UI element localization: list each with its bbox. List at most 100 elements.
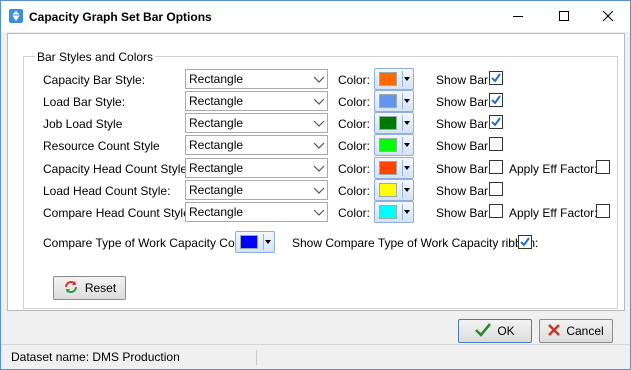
show-bar-label: Show Bar: bbox=[436, 184, 492, 198]
apply-eff-checkbox[interactable] bbox=[596, 160, 610, 174]
color-swatch bbox=[379, 116, 397, 130]
style-select[interactable]: Rectangle bbox=[185, 202, 328, 222]
cancel-x-icon bbox=[548, 323, 561, 339]
compare-color-picker[interactable] bbox=[235, 231, 275, 253]
close-icon bbox=[602, 10, 614, 24]
show-bar-label: Show Bar: bbox=[436, 117, 492, 131]
dropdown-arrow-icon bbox=[404, 121, 410, 125]
row-label: Capacity Head Count Style: bbox=[43, 162, 191, 176]
row-label: Compare Head Count Style: bbox=[43, 206, 194, 220]
color-swatch bbox=[379, 205, 397, 219]
style-select-value: Rectangle bbox=[189, 205, 244, 219]
chevron-down-icon bbox=[313, 162, 325, 177]
color-picker[interactable] bbox=[374, 179, 414, 201]
ribbon-checkbox[interactable] bbox=[518, 235, 532, 249]
chevron-down-icon bbox=[313, 95, 325, 110]
style-select[interactable]: Rectangle bbox=[185, 91, 328, 111]
style-select-value: Rectangle bbox=[189, 138, 244, 152]
color-swatch bbox=[379, 72, 397, 86]
dropdown-arrow-icon bbox=[404, 188, 410, 192]
picker-separator bbox=[402, 160, 403, 176]
color-swatch bbox=[379, 183, 397, 197]
color-picker[interactable] bbox=[374, 201, 414, 223]
ribbon-label: Show Compare Type of Work Capacity ribbo… bbox=[292, 236, 539, 250]
picker-separator bbox=[402, 93, 403, 109]
show-bar-checkbox[interactable] bbox=[489, 115, 503, 129]
show-bar-label: Show Bar: bbox=[436, 95, 492, 109]
picker-separator bbox=[402, 182, 403, 198]
color-label: Color: bbox=[338, 139, 371, 153]
dialog-window: Capacity Graph Set Bar Options Bar Style… bbox=[0, 0, 631, 370]
show-bar-checkbox[interactable] bbox=[489, 137, 503, 151]
row-label: Load Bar Style: bbox=[43, 95, 126, 109]
group-legend: Bar Styles and Colors bbox=[35, 50, 156, 64]
style-select[interactable]: Rectangle bbox=[185, 180, 328, 200]
show-bar-checkbox[interactable] bbox=[489, 71, 503, 85]
color-picker[interactable] bbox=[374, 134, 414, 156]
app-icon bbox=[9, 9, 23, 23]
show-bar-checkbox[interactable] bbox=[489, 93, 503, 107]
picker-separator bbox=[402, 115, 403, 131]
color-swatch bbox=[379, 138, 397, 152]
show-bar-label: Show Bar: bbox=[436, 162, 492, 176]
cancel-button[interactable]: Cancel bbox=[539, 319, 613, 343]
picker-separator bbox=[402, 71, 403, 87]
color-label: Color: bbox=[338, 184, 371, 198]
status-bar: Dataset name: DMS Production bbox=[1, 344, 630, 369]
reset-icon bbox=[63, 279, 79, 298]
color-picker[interactable] bbox=[374, 90, 414, 112]
maximize-icon bbox=[559, 10, 569, 24]
chevron-down-icon bbox=[313, 73, 325, 88]
cancel-label: Cancel bbox=[566, 324, 604, 338]
color-label: Color: bbox=[338, 206, 371, 220]
checkmark-icon bbox=[475, 322, 492, 340]
apply-eff-label: Apply Eff Factor: bbox=[509, 206, 598, 220]
style-select[interactable]: Rectangle bbox=[185, 69, 328, 89]
style-select[interactable]: Rectangle bbox=[185, 158, 328, 178]
dropdown-arrow-icon bbox=[404, 99, 410, 103]
dropdown-arrow-icon bbox=[404, 77, 410, 81]
picker-separator bbox=[263, 234, 264, 250]
show-bar-checkbox[interactable] bbox=[489, 204, 503, 218]
color-picker[interactable] bbox=[374, 157, 414, 179]
chevron-down-icon bbox=[313, 139, 325, 154]
show-bar-label: Show Bar: bbox=[436, 73, 492, 87]
color-label: Color: bbox=[338, 117, 371, 131]
close-button[interactable] bbox=[585, 1, 631, 32]
color-label: Color: bbox=[338, 162, 371, 176]
title-bar: Capacity Graph Set Bar Options bbox=[1, 1, 630, 32]
style-select-value: Rectangle bbox=[189, 72, 244, 86]
dropdown-arrow-icon bbox=[265, 240, 271, 244]
reset-button[interactable]: Reset bbox=[53, 276, 126, 300]
chevron-down-icon bbox=[313, 117, 325, 132]
row-label: Resource Count Style bbox=[43, 139, 160, 153]
dropdown-arrow-icon bbox=[404, 210, 410, 214]
color-picker[interactable] bbox=[374, 68, 414, 90]
apply-eff-label: Apply Eff Factor: bbox=[509, 162, 598, 176]
color-label: Color: bbox=[338, 73, 371, 87]
window-title: Capacity Graph Set Bar Options bbox=[29, 10, 212, 24]
dropdown-arrow-icon bbox=[404, 166, 410, 170]
row-label: Load Head Count Style: bbox=[43, 184, 171, 198]
apply-eff-checkbox[interactable] bbox=[596, 204, 610, 218]
maximize-button[interactable] bbox=[541, 1, 587, 32]
ok-label: OK bbox=[497, 324, 515, 338]
ok-button[interactable]: OK bbox=[458, 319, 532, 343]
style-select-value: Rectangle bbox=[189, 161, 244, 175]
style-select[interactable]: Rectangle bbox=[185, 113, 328, 133]
style-select-value: Rectangle bbox=[189, 116, 244, 130]
show-bar-checkbox[interactable] bbox=[489, 182, 503, 196]
color-picker[interactable] bbox=[374, 112, 414, 134]
status-divider bbox=[256, 350, 257, 365]
style-select[interactable]: Rectangle bbox=[185, 135, 328, 155]
picker-separator bbox=[402, 137, 403, 153]
show-bar-label: Show Bar: bbox=[436, 206, 492, 220]
dataset-name-label: Dataset name: DMS Production bbox=[11, 350, 180, 364]
style-select-value: Rectangle bbox=[189, 94, 244, 108]
show-bar-checkbox[interactable] bbox=[489, 160, 503, 174]
reset-label: Reset bbox=[84, 281, 117, 295]
chevron-down-icon bbox=[313, 206, 325, 221]
minimize-button[interactable] bbox=[495, 1, 541, 32]
dropdown-arrow-icon bbox=[404, 143, 410, 147]
minimize-icon bbox=[513, 10, 523, 24]
